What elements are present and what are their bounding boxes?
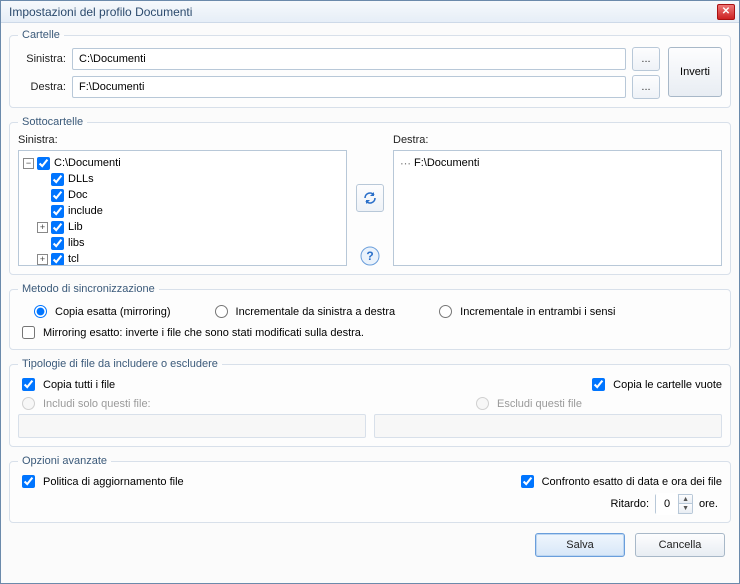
left-path-label: Sinistra: bbox=[18, 53, 66, 65]
tree-check[interactable] bbox=[51, 189, 64, 202]
delay-label: Ritardo: bbox=[611, 498, 650, 510]
svg-text:?: ? bbox=[366, 249, 373, 263]
spinner-up-icon[interactable]: ▲ bbox=[678, 495, 692, 504]
include-only-radio: Includi solo questi file: bbox=[18, 395, 151, 412]
tree-check[interactable] bbox=[51, 253, 64, 266]
include-pattern-input bbox=[18, 414, 366, 438]
sync-exact-radio[interactable]: Copia esatta (mirroring) bbox=[30, 303, 171, 320]
tree-expand-icon[interactable]: + bbox=[37, 254, 48, 265]
cancel-button[interactable]: Cancella bbox=[635, 533, 725, 557]
dialog-content: Cartelle Sinistra: ... Destra: ... Inver… bbox=[1, 23, 739, 583]
tree-item-label: libs bbox=[68, 237, 85, 249]
exclude-pattern-input bbox=[374, 414, 722, 438]
left-tree-pane[interactable]: − C:\Documenti DLLs Doc include + Lib lib… bbox=[18, 150, 347, 266]
subfolders-left-label: Sinistra: bbox=[18, 134, 347, 146]
dialog-window: Impostazioni del profilo Documenti ✕ Car… bbox=[0, 0, 740, 584]
copy-empty-checkbox[interactable]: Copia le cartelle vuote bbox=[588, 376, 722, 393]
subfolders-right-label: Destra: bbox=[393, 134, 722, 146]
delay-spinner[interactable]: ▲ ▼ bbox=[655, 494, 693, 514]
tree-check[interactable] bbox=[51, 237, 64, 250]
close-button[interactable]: ✕ bbox=[717, 4, 735, 20]
left-path-input[interactable] bbox=[72, 48, 626, 70]
tree-item-label: Lib bbox=[68, 221, 83, 233]
browse-right-button[interactable]: ... bbox=[632, 75, 660, 99]
refresh-button[interactable] bbox=[356, 184, 384, 212]
tree-item-label: Doc bbox=[68, 189, 88, 201]
help-icon: ? bbox=[360, 246, 380, 266]
dialog-footer: Salva Cancella bbox=[9, 531, 731, 557]
folders-legend: Cartelle bbox=[18, 29, 64, 41]
spinner-down-icon[interactable]: ▼ bbox=[678, 504, 692, 513]
tree-item-label: include bbox=[68, 205, 103, 217]
delay-input[interactable] bbox=[656, 493, 678, 515]
mirror-exact-checkbox[interactable]: Mirroring esatto: inverte i file che son… bbox=[18, 324, 722, 341]
right-path-input[interactable] bbox=[72, 76, 626, 98]
tree-leaf-icon: ⋯ bbox=[400, 157, 411, 170]
sync-method-legend: Metodo di sincronizzazione bbox=[18, 283, 159, 295]
filetypes-group: Tipologie di file da includere o esclude… bbox=[9, 358, 731, 447]
sync-inc-lr-radio[interactable]: Incrementale da sinistra a destra bbox=[211, 303, 396, 320]
refresh-icon bbox=[362, 190, 378, 206]
titlebar: Impostazioni del profilo Documenti ✕ bbox=[1, 1, 739, 23]
tree-root-label: C:\Documenti bbox=[54, 157, 121, 169]
exclude-radio: Escludi questi file bbox=[472, 395, 582, 412]
right-tree-pane[interactable]: ⋯ F:\Documenti bbox=[393, 150, 722, 266]
window-title: Impostazioni del profilo Documenti bbox=[9, 5, 717, 19]
advanced-legend: Opzioni avanzate bbox=[18, 455, 111, 467]
close-icon: ✕ bbox=[722, 6, 730, 17]
help-button[interactable]: ? bbox=[360, 246, 380, 266]
folders-group: Cartelle Sinistra: ... Destra: ... Inver… bbox=[9, 29, 731, 108]
copy-all-checkbox[interactable]: Copia tutti i file bbox=[18, 376, 115, 393]
tree-collapse-icon[interactable]: − bbox=[23, 158, 34, 169]
tree-root-label: F:\Documenti bbox=[414, 157, 479, 169]
exact-compare-checkbox[interactable]: Confronto esatto di data e ora dei file bbox=[517, 473, 722, 490]
subfolders-group: Sottocartelle Sinistra: − C:\Documenti D… bbox=[9, 116, 731, 275]
tree-check[interactable] bbox=[51, 173, 64, 186]
sync-method-group: Metodo di sincronizzazione Copia esatta … bbox=[9, 283, 731, 350]
tree-expand-icon[interactable]: + bbox=[37, 222, 48, 233]
invert-button[interactable]: Inverti bbox=[668, 47, 722, 97]
filetypes-legend: Tipologie di file da includere o esclude… bbox=[18, 358, 222, 370]
browse-left-button[interactable]: ... bbox=[632, 47, 660, 71]
tree-item-label: tcl bbox=[68, 253, 79, 265]
delay-unit: ore. bbox=[699, 498, 718, 510]
tree-check-root[interactable] bbox=[37, 157, 50, 170]
update-policy-checkbox[interactable]: Politica di aggiornamento file bbox=[18, 473, 184, 490]
ellipsis-icon: ... bbox=[641, 81, 650, 93]
tree-check[interactable] bbox=[51, 205, 64, 218]
save-button[interactable]: Salva bbox=[535, 533, 625, 557]
right-path-label: Destra: bbox=[18, 81, 66, 93]
ellipsis-icon: ... bbox=[641, 53, 650, 65]
sync-inc-both-radio[interactable]: Incrementale in entrambi i sensi bbox=[435, 303, 615, 320]
advanced-group: Opzioni avanzate Politica di aggiornamen… bbox=[9, 455, 731, 523]
subfolders-legend: Sottocartelle bbox=[18, 116, 87, 128]
tree-item-label: DLLs bbox=[68, 173, 94, 185]
tree-check[interactable] bbox=[51, 221, 64, 234]
